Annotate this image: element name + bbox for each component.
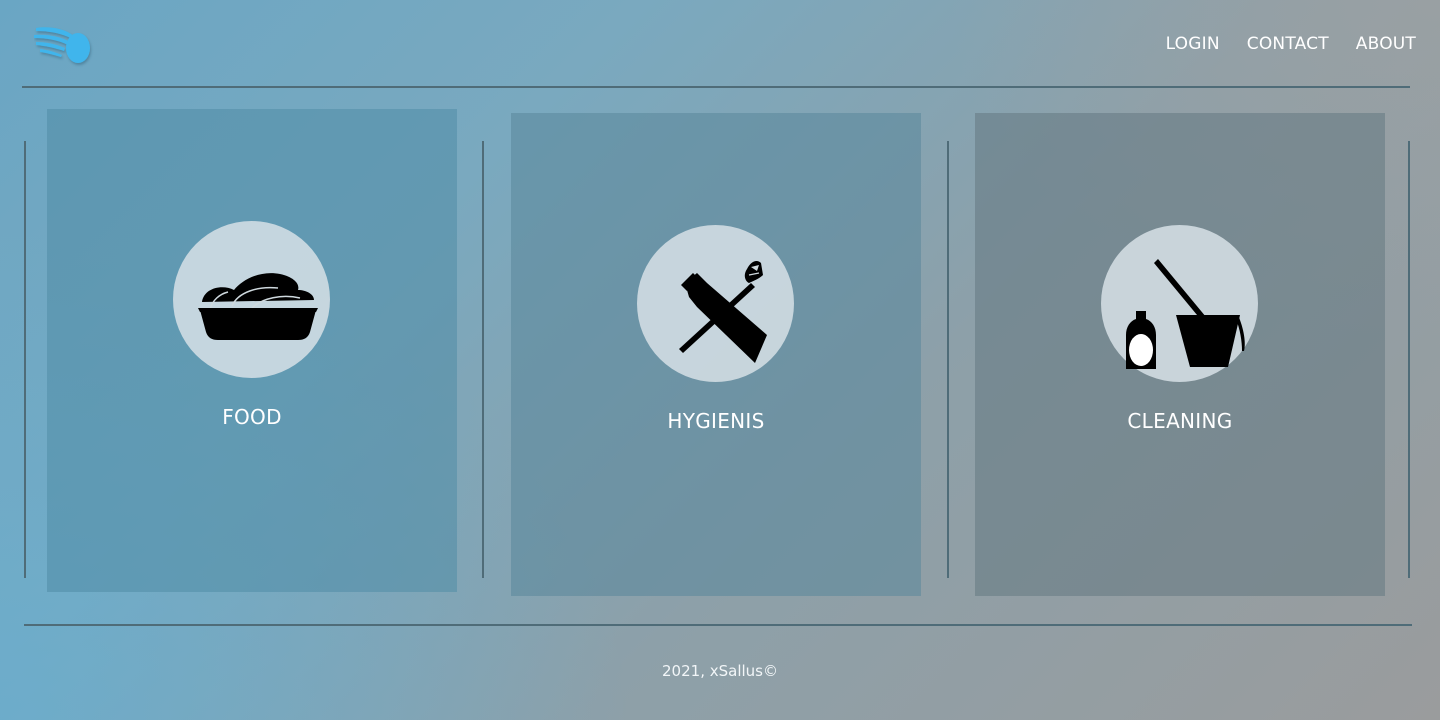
category-card-cleaning[interactable]: CLEANING (975, 113, 1385, 596)
food-bowl-icon (197, 272, 318, 340)
footer-divider (24, 624, 1412, 626)
footer-copyright: 2021, xSallus© (662, 662, 778, 680)
column-divider (947, 141, 949, 578)
icon-circle (1101, 225, 1258, 382)
column-divider (24, 141, 26, 578)
nav-contact-link[interactable]: CONTACT (1247, 34, 1329, 54)
toothbrush-toothpaste-icon (678, 260, 767, 363)
category-label: HYGIENIS (667, 409, 765, 433)
nav-about-link[interactable]: ABOUT (1356, 34, 1416, 54)
icon-circle (173, 221, 330, 378)
category-card-food[interactable]: FOOD (47, 109, 457, 592)
icon-circle (637, 225, 794, 382)
header-divider (22, 86, 1410, 88)
category-card-hygienis[interactable]: HYGIENIS (511, 113, 921, 596)
nav-login-link[interactable]: LOGIN (1166, 34, 1220, 54)
top-nav: LOGIN CONTACT ABOUT (1166, 34, 1416, 54)
category-label: FOOD (222, 405, 282, 429)
column-divider (482, 141, 484, 578)
mop-bucket-bottle-icon (1125, 258, 1245, 369)
wing-logo-icon[interactable] (34, 20, 94, 68)
category-label: CLEANING (1127, 409, 1233, 433)
column-divider (1408, 141, 1410, 578)
